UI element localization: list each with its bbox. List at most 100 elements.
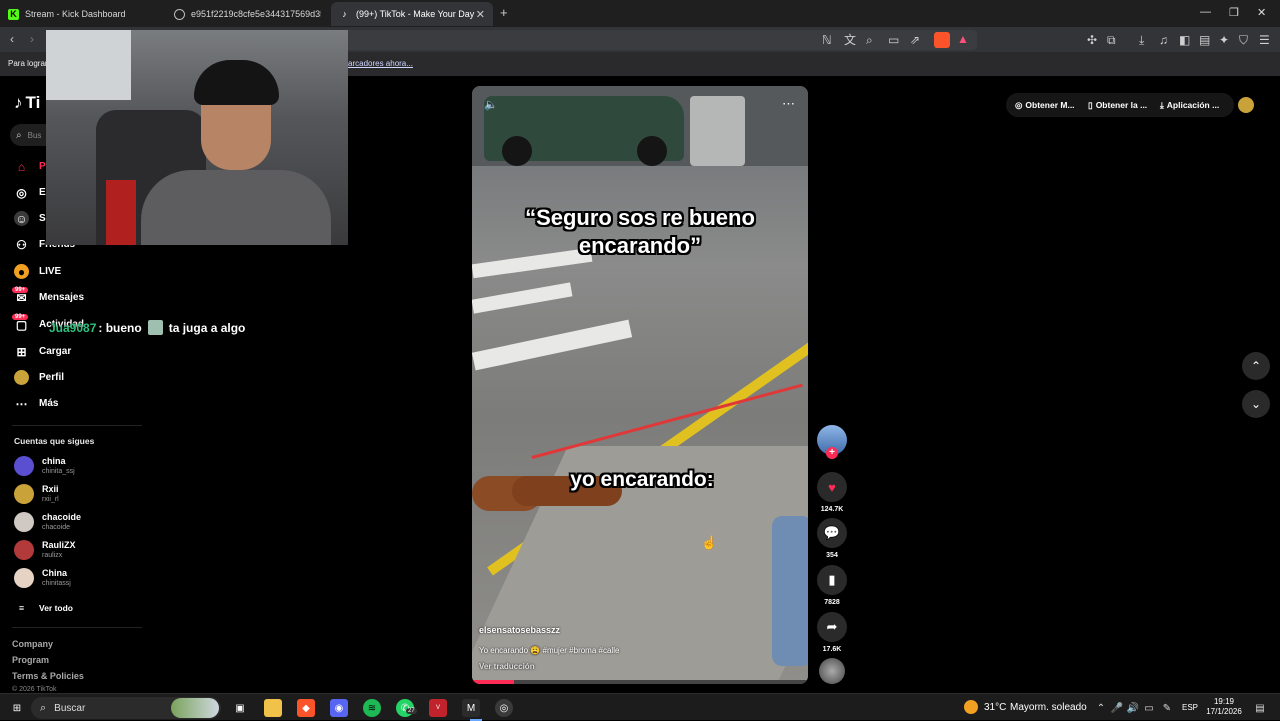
share-action[interactable]: ➦ 17.6K bbox=[816, 612, 848, 653]
next-video-button[interactable]: ⌄ bbox=[1242, 390, 1270, 418]
video-player[interactable]: 🔈 ⋯ “Seguro sos re bueno encarando” yo e… bbox=[472, 86, 808, 684]
zoom-icon[interactable]: ⌕ bbox=[866, 33, 873, 47]
reader-mode-icon[interactable]: ℕ bbox=[822, 33, 832, 47]
address-bar[interactable] bbox=[345, 30, 977, 50]
language-indicator[interactable]: ESP bbox=[1182, 703, 1198, 712]
app-m-icon[interactable]: M bbox=[462, 699, 480, 717]
compass-icon: ◎ bbox=[16, 185, 27, 200]
weather-text[interactable]: Mayorm. soleado bbox=[1010, 702, 1087, 713]
back-icon[interactable]: ‹ bbox=[10, 32, 14, 46]
nav-home[interactable]: ⌂ P bbox=[14, 159, 46, 174]
hand-cursor-icon: ☝ bbox=[701, 535, 718, 550]
voicemod-icon[interactable]: V bbox=[429, 699, 447, 717]
bookmark-icon[interactable]: ▮ bbox=[817, 565, 847, 595]
nav-live[interactable]: ● LIVE bbox=[14, 264, 61, 279]
sidebar-icon[interactable]: ◧ bbox=[1179, 33, 1190, 47]
windows-start-icon[interactable]: ⊞ bbox=[8, 699, 26, 717]
following-title: Cuentas que sigues bbox=[14, 436, 95, 446]
nav-profile[interactable]: Perfil bbox=[14, 370, 64, 385]
following-account[interactable]: RauliZX raulizx bbox=[14, 540, 76, 560]
download-app-button[interactable]: ⤓ Aplicación ... bbox=[1160, 96, 1219, 114]
share-icon[interactable]: ➦ bbox=[817, 612, 847, 642]
nav-more[interactable]: ⋯ Más bbox=[14, 396, 59, 411]
tab-hash-page[interactable]: e951f2219c8cfe5e344317569d3548 bbox=[166, 2, 331, 26]
restore-icon[interactable]: ❐ bbox=[1229, 6, 1239, 19]
following-account[interactable]: china chinita_ssj bbox=[14, 456, 75, 476]
network-icon[interactable]: ▭ bbox=[1140, 699, 1158, 717]
music-disc[interactable] bbox=[819, 658, 845, 684]
live-icon: ● bbox=[14, 264, 29, 279]
get-app-button[interactable]: ▯ Obtener la ... bbox=[1088, 96, 1147, 114]
clock[interactable]: 19:19 17/1/2026 bbox=[1205, 697, 1243, 717]
windows-taskbar: ⊞ ⌕ Buscar ▣ ◆ ◉ ≋ ✆ 27 V M ◎ 31°C Mayor… bbox=[0, 693, 1280, 721]
minimize-icon[interactable]: — bbox=[1200, 6, 1211, 18]
heart-icon[interactable]: ♥ bbox=[817, 472, 847, 502]
follow-plus-icon[interactable]: + bbox=[826, 447, 838, 459]
screenshot-icon[interactable]: ▭ bbox=[888, 33, 899, 47]
leo-ai-icon[interactable]: ✦ bbox=[1219, 33, 1229, 47]
menu-icon[interactable]: ☰ bbox=[1259, 33, 1270, 47]
info-link[interactable]: arcadores ahora... bbox=[348, 59, 413, 68]
more-options-icon[interactable]: ⋯ bbox=[782, 96, 795, 112]
brave-shield-icon[interactable] bbox=[934, 32, 950, 48]
extensions-icon[interactable]: ✣ bbox=[1087, 33, 1097, 47]
close-tab-icon[interactable]: ✕ bbox=[476, 8, 485, 21]
progress-track[interactable] bbox=[472, 680, 808, 684]
user-avatar[interactable] bbox=[1238, 97, 1254, 113]
nav-following[interactable]: ☺ S bbox=[14, 211, 46, 226]
obs-icon[interactable]: ◎ bbox=[495, 699, 513, 717]
brave-rewards-icon[interactable]: ▲ bbox=[957, 32, 969, 46]
download-icon[interactable]: ⤓ bbox=[1139, 33, 1144, 47]
footer-program[interactable]: Program bbox=[12, 655, 49, 665]
following-account[interactable]: China chinitassj bbox=[14, 568, 71, 588]
video-description: Yo encarando 😩 #mujer #broma #calle bbox=[479, 646, 620, 655]
comment-action[interactable]: 💬 354 bbox=[816, 518, 848, 559]
see-all-link[interactable]: ≡ Ver todo bbox=[14, 600, 73, 615]
like-action[interactable]: ♥ 124.7K bbox=[816, 472, 848, 513]
get-coins-button[interactable]: ◎ Obtener M... bbox=[1015, 96, 1075, 114]
new-tab-button[interactable]: + bbox=[500, 5, 508, 20]
discord-icon[interactable]: ◉ bbox=[330, 699, 348, 717]
download-arrow-icon: ⤓ bbox=[1160, 99, 1164, 110]
caption-bottom: yo encarando: bbox=[570, 468, 714, 491]
spotify-icon[interactable]: ≋ bbox=[363, 699, 381, 717]
comment-icon[interactable]: 💬 bbox=[817, 518, 847, 548]
nav-explore[interactable]: ◎ E bbox=[14, 185, 45, 200]
tab-kick-dashboard[interactable]: K Stream - Kick Dashboard bbox=[0, 2, 166, 26]
following-account[interactable]: Rxii rxii_rl bbox=[14, 484, 59, 504]
bookmark-action[interactable]: ▮ 7828 bbox=[816, 565, 848, 606]
brave-browser-icon[interactable]: ◆ bbox=[297, 699, 315, 717]
tiktok-logo[interactable]: ♪ Ti bbox=[14, 93, 40, 113]
caption-top: “Seguro sos re bueno encarando” bbox=[525, 205, 755, 258]
close-window-icon[interactable]: ✕ bbox=[1257, 6, 1266, 19]
footer-terms[interactable]: Terms & Policies bbox=[12, 671, 84, 681]
search-icon: ⌕ bbox=[16, 129, 22, 141]
vpn-icon[interactable]: ⛉ bbox=[1239, 33, 1248, 47]
forward-icon[interactable]: › bbox=[30, 32, 34, 46]
footer-company[interactable]: Company bbox=[12, 639, 53, 649]
weather-temp[interactable]: 31°C bbox=[984, 702, 1006, 713]
file-explorer-icon[interactable] bbox=[264, 699, 282, 717]
translate-link[interactable]: Ver traducción bbox=[479, 662, 535, 671]
nav-upload[interactable]: ⊞ Cargar bbox=[14, 344, 71, 359]
window-light bbox=[46, 30, 131, 100]
tab-tiktok[interactable]: ♪ (99+) TikTok - Make Your Day ✕ bbox=[331, 2, 493, 26]
tab-manager-icon[interactable]: ⧉ bbox=[1107, 33, 1116, 47]
translate-icon[interactable]: 文 bbox=[844, 33, 856, 47]
wallet-icon[interactable]: ▤ bbox=[1199, 33, 1210, 47]
taskbar-search[interactable]: ⌕ Buscar bbox=[31, 697, 221, 719]
avatar bbox=[14, 456, 34, 476]
media-icon[interactable]: ♫ bbox=[1159, 33, 1168, 47]
truck-wheel bbox=[502, 136, 532, 166]
friends-icon: ⚇ bbox=[16, 237, 27, 252]
browser-tab-strip: K Stream - Kick Dashboard e951f2219c8cfe… bbox=[0, 0, 1280, 27]
notifications-icon[interactable]: ▤ bbox=[1251, 699, 1269, 717]
share-page-icon[interactable]: ⇗ bbox=[910, 33, 920, 47]
pen-icon[interactable]: ✎ bbox=[1158, 699, 1176, 717]
mute-icon[interactable]: 🔈 bbox=[484, 98, 498, 111]
whatsapp-badge: 27 bbox=[406, 708, 417, 714]
video-author[interactable]: elsensatosebasszz bbox=[479, 625, 560, 635]
previous-video-button[interactable]: ⌃ bbox=[1242, 352, 1270, 380]
task-view-icon[interactable]: ▣ bbox=[231, 699, 249, 717]
following-account[interactable]: chacoide chacoide bbox=[14, 512, 81, 532]
